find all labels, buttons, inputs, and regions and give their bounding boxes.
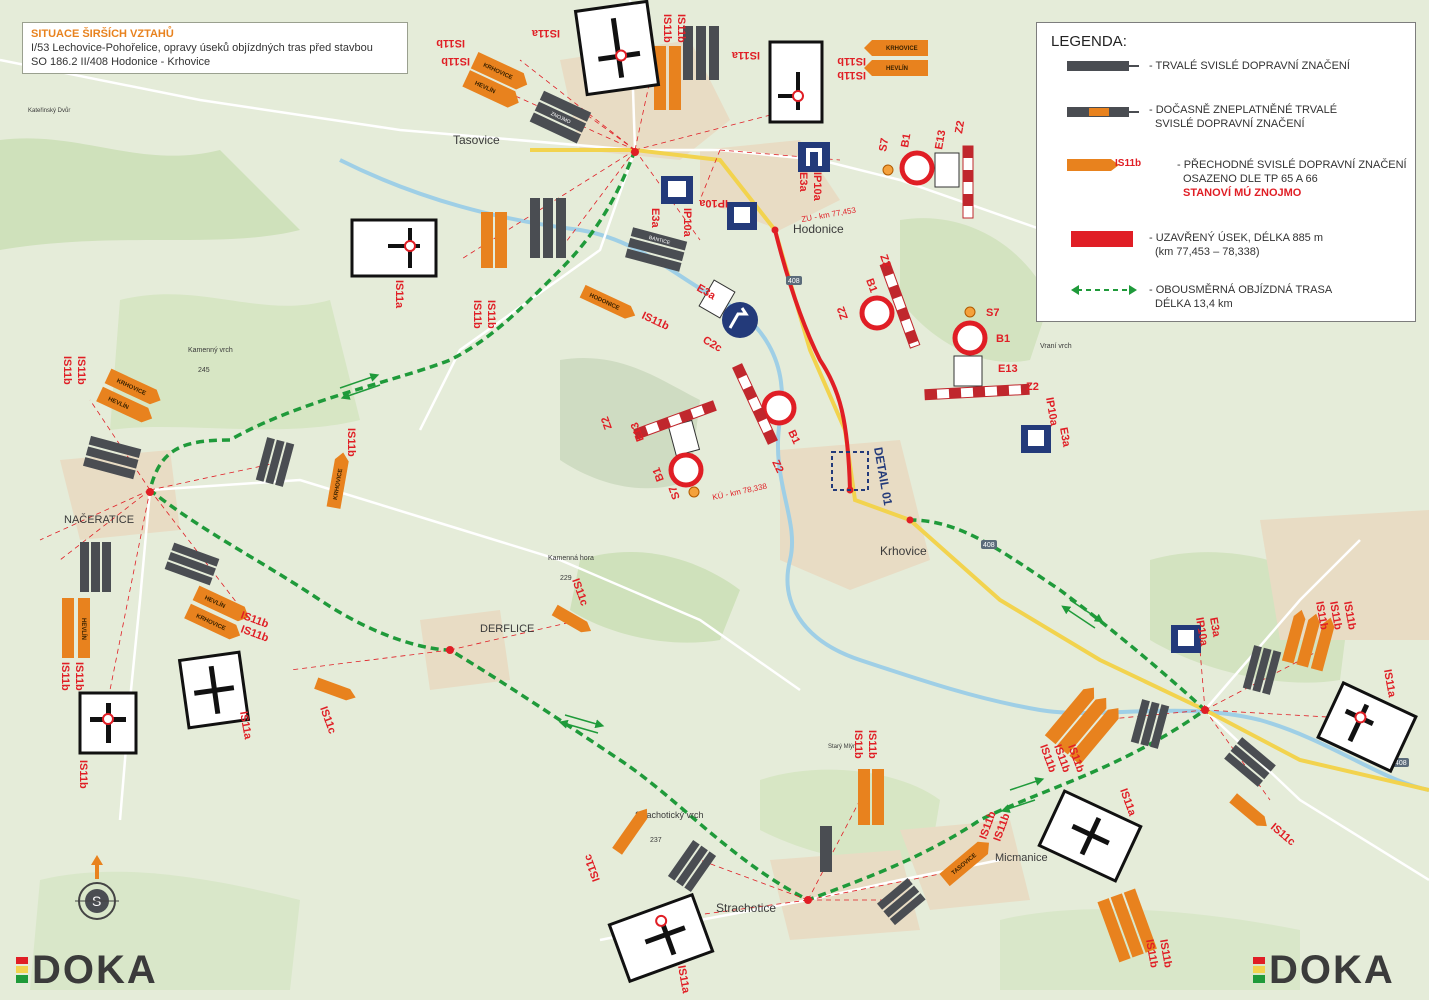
svg-text:IP10a: IP10a [681, 208, 693, 238]
svg-text:E3a: E3a [649, 208, 661, 228]
doka-logo-left: DOKA [16, 948, 158, 993]
legend-text-temporary-3: STANOVÍ MÚ ZNOJMO [1183, 187, 1302, 199]
svg-text:IP10a: IP10a [698, 197, 728, 209]
label-tasovice: Tasovice [453, 133, 500, 147]
svg-text:Z2: Z2 [953, 120, 967, 135]
label-hodonice: Hodonice [793, 222, 844, 236]
legend-text-closure-2: (km 77,453 – 78,338) [1155, 246, 1260, 258]
svg-text:IS11b: IS11b [59, 662, 71, 691]
svg-text:IS11b: IS11b [75, 356, 87, 385]
invalidated-sign-icon [1067, 107, 1139, 117]
legend-text-temporary-2: OSAZENO DLE TP 65 A 66 [1183, 173, 1318, 185]
title-line-3: SO 186.2 II/408 Hodonice - Krhovice [31, 56, 211, 68]
label-kamenny-vrch-alt: 245 [198, 367, 210, 374]
svg-text:IS11b: IS11b [73, 662, 85, 691]
logo-text-left: DOKA [32, 948, 158, 992]
svg-text:KRHOVICE: KRHOVICE [886, 46, 918, 52]
svg-text:IS11a: IS11a [393, 280, 405, 309]
svg-text:IS11b: IS11b [866, 730, 878, 759]
title-box: SITUACE ŠIRŠÍCH VZTAHŮ I/53 Lechovice-Po… [22, 22, 408, 74]
label-strachoticky-alt: 237 [650, 837, 662, 844]
svg-text:E13: E13 [998, 363, 1018, 375]
permanent-sign-icon [1067, 61, 1139, 71]
svg-text:408: 408 [788, 278, 800, 285]
svg-text:IS11b: IS11b [675, 14, 687, 43]
logo-stripes-icon [16, 957, 28, 983]
logo-text-right: DOKA [1269, 948, 1395, 992]
label-naceratice: NAČERATICE [64, 513, 134, 526]
svg-text:E3a: E3a [797, 172, 809, 192]
legend-text-temporary: - PŘECHODNÉ SVISLÉ DOPRAVNÍ ZNAČENÍ [1177, 159, 1407, 171]
label-vrani: Vraní vrch [1040, 343, 1072, 350]
svg-text:IS11a: IS11a [531, 27, 560, 39]
label-derflice: DERFLICE [480, 623, 534, 635]
legend-sign-label: IS11b [1115, 158, 1142, 169]
svg-text:S7: S7 [986, 307, 999, 319]
svg-text:IP10a: IP10a [811, 172, 823, 202]
svg-text:HEVLÍN: HEVLÍN [80, 618, 88, 640]
legend-text-invalidated-2: SVISLÉ DOPRAVNÍ ZNAČENÍ [1155, 118, 1305, 130]
svg-text:IS11a: IS11a [731, 49, 760, 61]
svg-text:S7: S7 [877, 137, 891, 152]
doka-logo-right: DOKA [1253, 948, 1395, 993]
label-micmanice: Micmanice [995, 852, 1048, 864]
svg-text:HEVLÍN: HEVLÍN [886, 64, 908, 72]
svg-text:IS11b: IS11b [441, 55, 470, 67]
svg-text:IS11b: IS11b [436, 37, 465, 49]
svg-text:IS11b: IS11b [345, 428, 357, 457]
detour-arrow-icon [1071, 285, 1137, 295]
title-heading: SITUACE ŠIRŠÍCH VZTAHŮ [31, 28, 174, 40]
closure-icon [1071, 231, 1133, 247]
legend: LEGENDA: - TRVALÉ SVISLÉ DOPRAVNÍ ZNAČEN… [1036, 22, 1416, 322]
north-arrow-icon: S [75, 855, 119, 920]
legend-text-detour-2: DÉLKA 13,4 km [1155, 298, 1233, 310]
legend-text-invalidated: - DOČASNĚ ZNEPLATNĚNÉ TRVALÉ [1149, 104, 1338, 116]
svg-text:IS11b: IS11b [485, 300, 497, 329]
svg-text:IS11b: IS11b [837, 55, 866, 67]
label-katerinsky: Kateřinský Dvůr [28, 107, 70, 114]
legend-text-closure: - UZAVŘENÝ ÚSEK, DÉLKA 885 m [1149, 232, 1324, 244]
legend-text-permanent: - TRVALÉ SVISLÉ DOPRAVNÍ ZNAČENÍ [1149, 60, 1350, 72]
label-kamenny-vrch: Kamenný vrch [188, 347, 233, 354]
svg-text:IS11b: IS11b [77, 760, 89, 789]
legend-heading: LEGENDA: [1051, 33, 1127, 50]
legend-text-detour: - OBOUSMĚRNÁ OBJÍZDNÁ TRASA [1149, 284, 1333, 296]
svg-text:IS11b: IS11b [471, 300, 483, 329]
title-line-2: I/53 Lechovice-Pohořelice, opravy úseků … [31, 42, 373, 54]
svg-text:B1: B1 [996, 333, 1010, 345]
svg-text:IS11b: IS11b [661, 14, 673, 43]
svg-text:408: 408 [983, 542, 995, 549]
svg-text:IS11b: IS11b [61, 356, 73, 385]
svg-text:IS11b: IS11b [837, 69, 866, 81]
label-kamenna-hora: Kamenná hora [548, 555, 594, 562]
svg-text:B1: B1 [899, 133, 913, 149]
label-strachotice: Strachotice [716, 901, 776, 915]
svg-text:IS11b: IS11b [852, 730, 864, 759]
logo-stripes-icon [1253, 957, 1265, 983]
svg-text:Z2: Z2 [1026, 381, 1039, 393]
label-krhovice: Krhovice [880, 544, 927, 558]
